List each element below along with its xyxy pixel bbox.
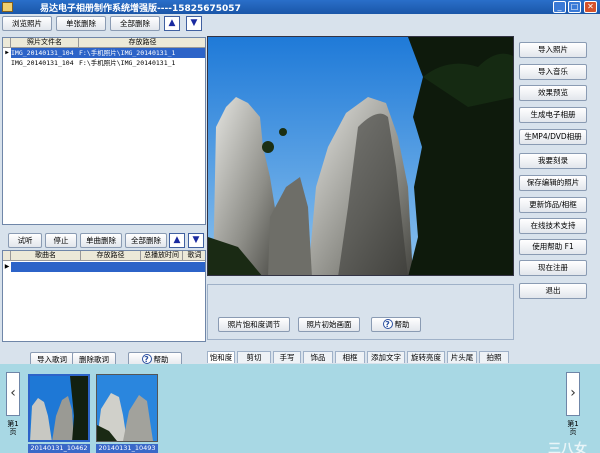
tab-rotate-brightness[interactable]: 旋转亮度 [407,351,445,363]
help-f1-button[interactable]: 使用帮助 F1 [519,239,587,255]
mountain-photo [208,37,513,275]
move-up-icon[interactable]: ▲ [164,16,180,31]
import-photos-button[interactable]: 导入照片 [519,42,587,58]
burn-disc-button[interactable]: 我要刻录 [519,153,587,169]
tab-crop[interactable]: 剪切 [237,351,271,363]
song-down-icon[interactable]: ▼ [188,233,204,248]
column-lyrics[interactable]: 歌词 [183,251,205,261]
generate-album-button[interactable]: 生成电子相册 [519,107,587,123]
help-icon: ? [141,354,152,364]
photo-name: IMG_20140131_104 [11,48,79,58]
chevron-right-icon[interactable]: › [566,372,580,416]
list-header-marker [3,38,11,48]
tab-frame[interactable]: 相框 [335,351,365,363]
maximize-button[interactable]: □ [568,1,581,13]
column-duration[interactable]: 总播放时间 [141,251,183,261]
minimize-button[interactable]: _ [553,1,566,13]
music-list[interactable]: 歌曲名 存放路径 总播放时间 歌词 ▶ [2,250,206,342]
delete-all-songs-button[interactable]: 全部删除 [125,233,167,248]
help-icon: ? [382,319,393,329]
help-label: 帮助 [394,320,410,329]
import-music-button[interactable]: 导入音乐 [519,64,587,80]
thumbnail-caption: 20140131_10493 [96,444,158,453]
photo-path: F:\手机照片\IMG_20140131_1 [79,59,176,67]
title-bar: 易达电子相册制作系统增强版----15825675057 _ □ ✕ [0,0,600,14]
save-edited-photo-button[interactable]: 保存编辑的照片 [519,175,587,191]
online-support-button[interactable]: 在线技术支持 [519,218,587,234]
column-song-path[interactable]: 存放路径 [81,251,141,261]
photo-path: F:\手机照片\IMG_20140131_1 [79,48,205,58]
column-photo-name[interactable]: 照片文件名 [11,38,79,48]
chevron-left-icon[interactable]: ‹ [6,372,20,416]
music-row[interactable] [11,262,205,272]
tab-decorations[interactable]: 饰品 [303,351,333,363]
generate-mp4-button[interactable]: 生MP4/DVD相册 [519,129,587,145]
delete-all-photos-button[interactable]: 全部删除 [110,16,160,31]
app-icon [2,2,13,12]
listen-button[interactable]: 试听 [8,233,42,248]
watermark-text: 三八女 [548,442,588,453]
song-up-icon[interactable]: ▲ [169,233,185,248]
window-title: 易达电子相册制作系统增强版----15825675057 [40,4,241,14]
tab-handwriting[interactable]: 手写 [273,351,301,363]
saturation-button[interactable]: 照片饱和度调节 [218,317,290,332]
photo-row[interactable]: ▶ IMG_20140131_104 F:\手机照片\IMG_20140131_… [3,48,205,58]
tab-camera[interactable]: 拍照 [479,351,509,363]
thumbnail-strip [0,364,600,453]
browse-photos-button[interactable]: 浏览照片 [2,16,52,31]
page-indicator-left: 第1页 [7,420,19,436]
delete-photo-button[interactable]: 单张删除 [56,16,106,31]
list-header-marker [3,251,11,261]
thumbnail-caption: 20140131_10462 [28,444,90,453]
stop-button[interactable]: 停止 [45,233,77,248]
tab-add-text[interactable]: 添加文字 [367,351,405,363]
register-button[interactable]: 现在注册 [519,260,587,276]
photo-name: IMG_20140131_104 [11,59,74,67]
preview-help-button[interactable]: ? 帮助 [371,317,421,332]
close-button[interactable]: ✕ [584,1,597,13]
reset-photo-button[interactable]: 照片初始画面 [298,317,360,332]
row-pointer-icon: ▶ [4,263,10,270]
photo-preview [207,36,514,276]
column-photo-path[interactable]: 存放路径 [79,38,205,48]
photo-list[interactable]: 照片文件名 存放路径 ▶ IMG_20140131_104 F:\手机照片\IM… [2,37,206,225]
exit-button[interactable]: 退出 [519,283,587,299]
update-decorations-button[interactable]: 更新饰品/相框 [519,197,587,213]
delete-song-button[interactable]: 单曲删除 [80,233,122,248]
tab-saturation[interactable]: 饱和度 [207,351,235,363]
thumbnail-image [97,375,157,441]
preview-effect-button[interactable]: 效果预览 [519,85,587,101]
page-indicator-right: 第1页 [567,420,579,436]
move-down-icon[interactable]: ▼ [186,16,202,31]
photo-row[interactable]: IMG_20140131_104 F:\手机照片\IMG_20140131_1 [3,58,205,68]
row-pointer-icon: ▶ [5,49,9,56]
row-pointer-icon [3,58,11,68]
tab-intro-outro[interactable]: 片头尾 [447,351,477,363]
column-song-name[interactable]: 歌曲名 [11,251,81,261]
help-label: 帮助 [153,355,169,364]
photo-thumbnail[interactable] [96,374,158,442]
thumbnail-image [30,376,88,440]
photo-thumbnail[interactable] [28,374,90,442]
